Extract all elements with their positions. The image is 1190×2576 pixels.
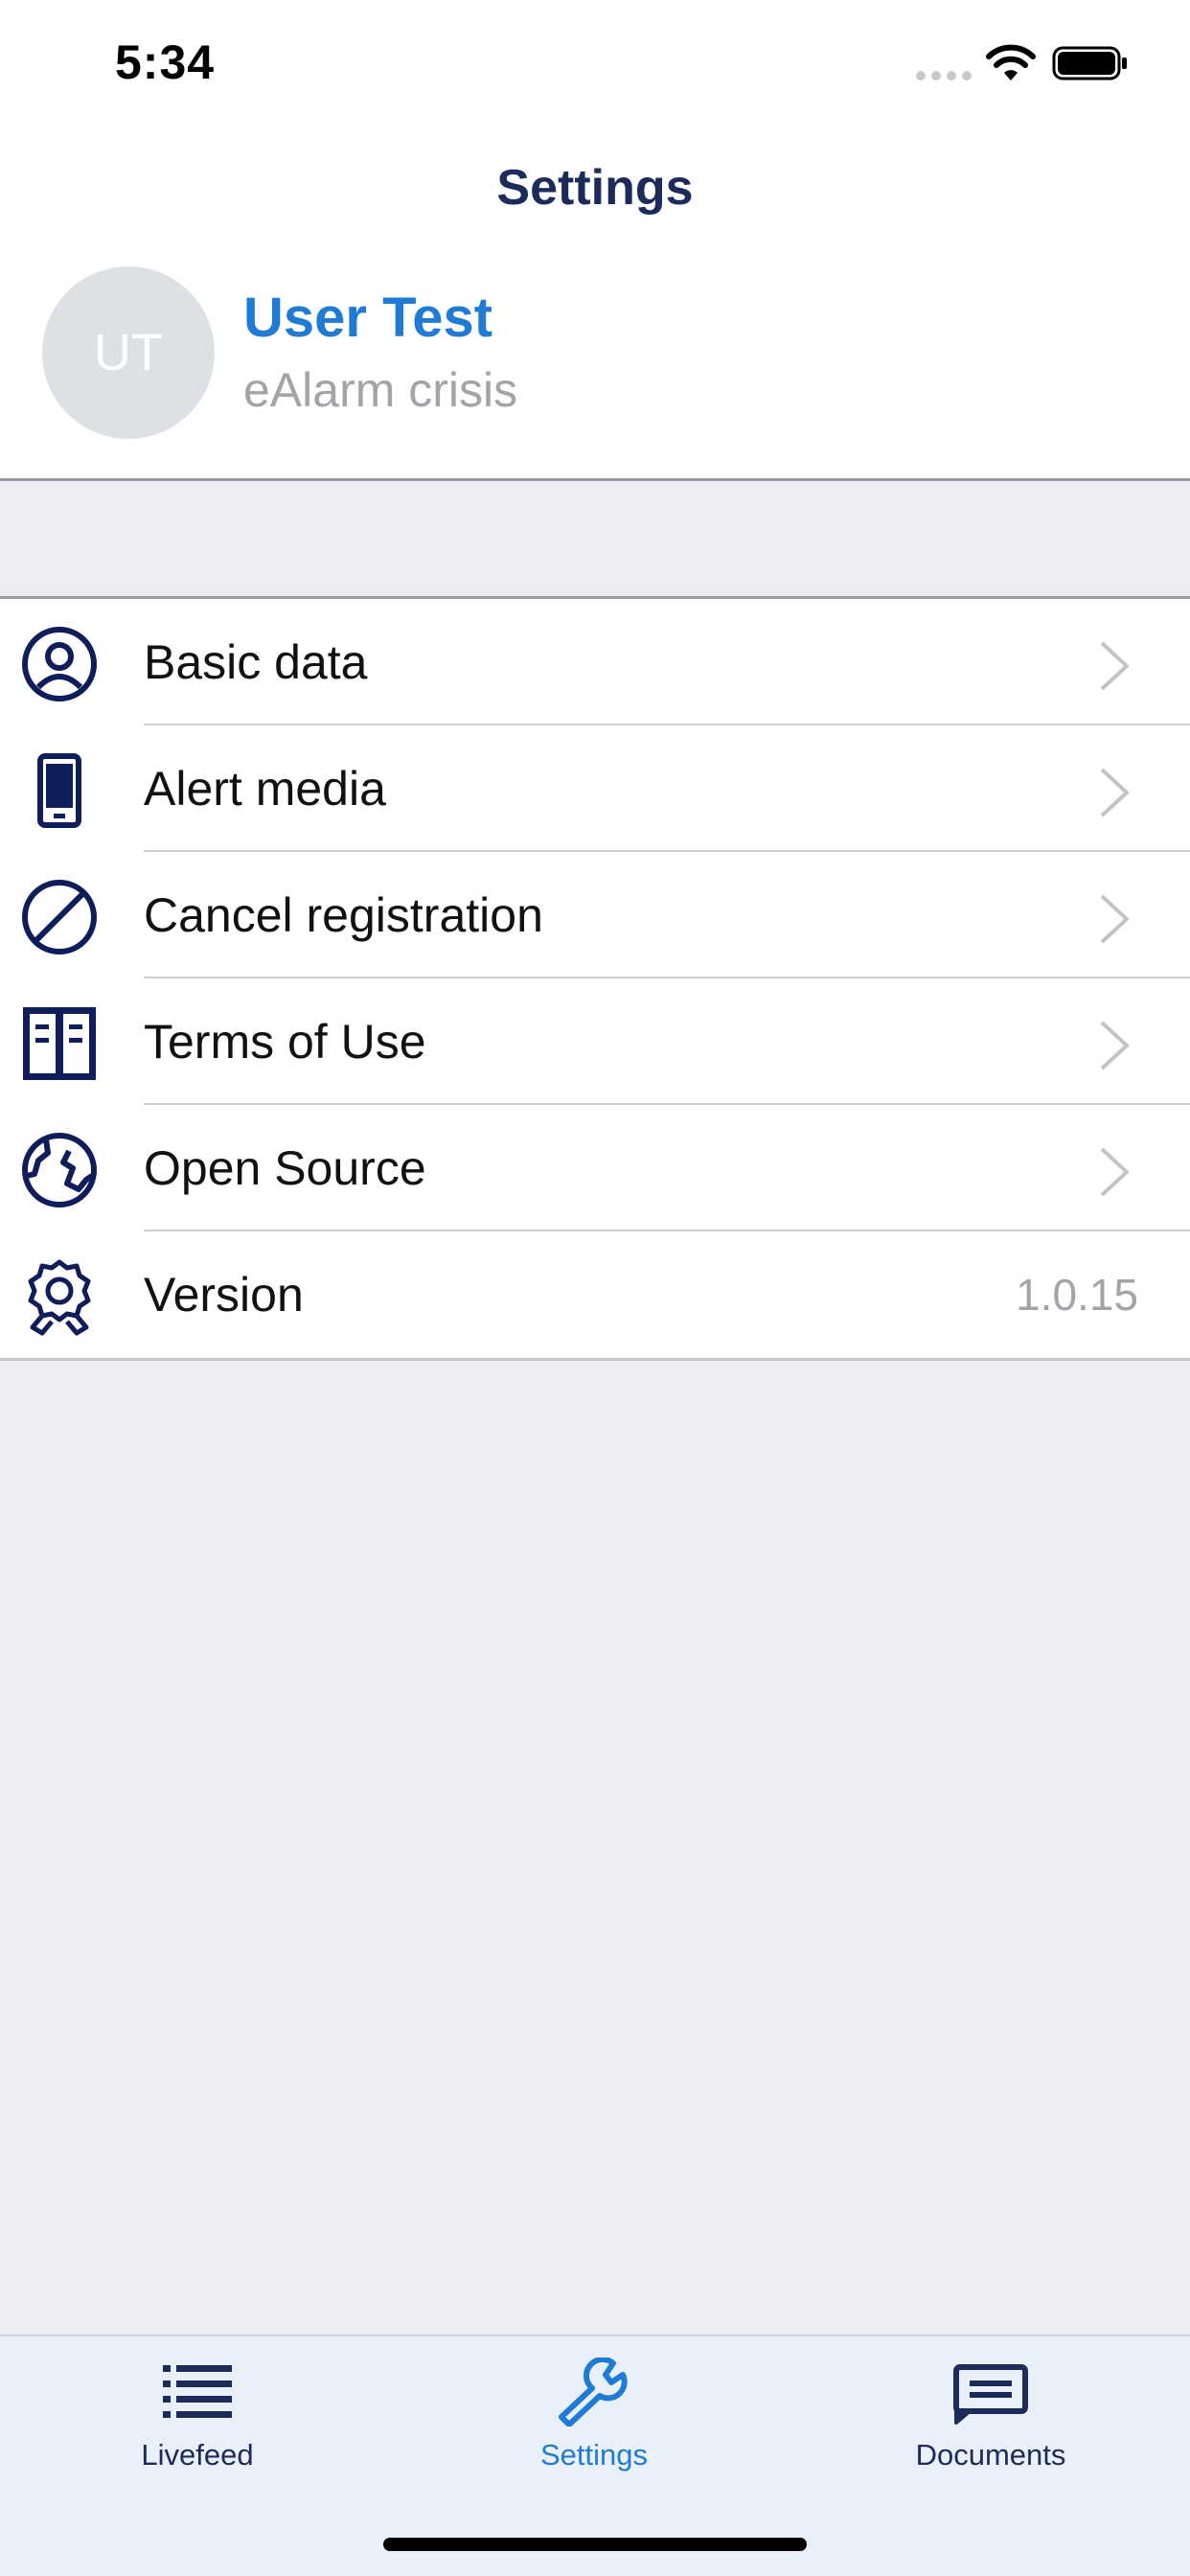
- wifi-icon: [986, 44, 1036, 80]
- menu-item-label: Cancel registration: [144, 888, 543, 942]
- tab-settings[interactable]: Settings: [498, 2358, 690, 2472]
- menu-item-label: Open Source: [144, 1141, 426, 1195]
- version-number: 1.0.15: [1016, 1270, 1138, 1320]
- menu-item-label: Alert media: [144, 762, 386, 816]
- home-indicator[interactable]: [383, 2538, 807, 2551]
- tab-label: Documents: [915, 2438, 1066, 2472]
- avatar-initials: UT: [94, 324, 163, 381]
- menu-item-label: Terms of Use: [144, 1015, 426, 1069]
- chevron-right-icon: [1100, 1147, 1130, 1197]
- badge-icon: [28, 1259, 91, 1336]
- chevron-right-icon: [1100, 894, 1130, 944]
- globe-icon: [22, 1133, 97, 1208]
- chevron-right-icon: [1100, 1021, 1130, 1070]
- menu-item-terms-of-use[interactable]: Terms of Use: [0, 978, 1190, 1105]
- tab-label: Settings: [539, 2438, 648, 2472]
- status-bar: 5:34: [0, 0, 1190, 134]
- wrench-icon: [559, 2358, 628, 2426]
- chevron-right-icon: [1100, 768, 1130, 817]
- menu-item-version: Version 1.0.15: [0, 1231, 1190, 1358]
- prohibited-icon: [22, 880, 97, 954]
- menu-item-open-source[interactable]: Open Source: [0, 1105, 1190, 1231]
- chevron-right-icon: [1100, 641, 1130, 691]
- user-circle-icon: [22, 627, 97, 702]
- user-subtitle: eAlarm crisis: [243, 363, 518, 417]
- smartphone-icon: [37, 753, 81, 828]
- menu-item-label: Basic data: [144, 635, 368, 689]
- battery-icon: [1052, 46, 1127, 80]
- settings-menu: Basic data Alert media Cancel registrati…: [0, 596, 1190, 1361]
- cellular-signal-icon: [916, 71, 972, 80]
- list-icon: [163, 2365, 232, 2418]
- settings-screen: 5:34 Settings UT User Test eAlarm crisis: [0, 0, 1190, 2576]
- settings-header: Settings UT User Test eAlarm crisis: [0, 134, 1190, 481]
- tab-livefeed[interactable]: Livefeed: [102, 2358, 293, 2472]
- avatar: UT: [42, 266, 215, 439]
- menu-item-label: Version: [144, 1268, 304, 1322]
- book-icon: [23, 1007, 96, 1080]
- tab-label: Livefeed: [141, 2438, 254, 2472]
- message-icon: [953, 2364, 1028, 2425]
- tab-documents[interactable]: Documents: [895, 2358, 1087, 2472]
- page-title: Settings: [496, 160, 694, 216]
- user-name: User Test: [243, 287, 493, 349]
- menu-item-cancel-registration[interactable]: Cancel registration: [0, 852, 1190, 978]
- menu-item-basic-data[interactable]: Basic data: [0, 599, 1190, 725]
- status-time: 5:34: [115, 35, 216, 89]
- menu-item-alert-media[interactable]: Alert media: [0, 725, 1190, 852]
